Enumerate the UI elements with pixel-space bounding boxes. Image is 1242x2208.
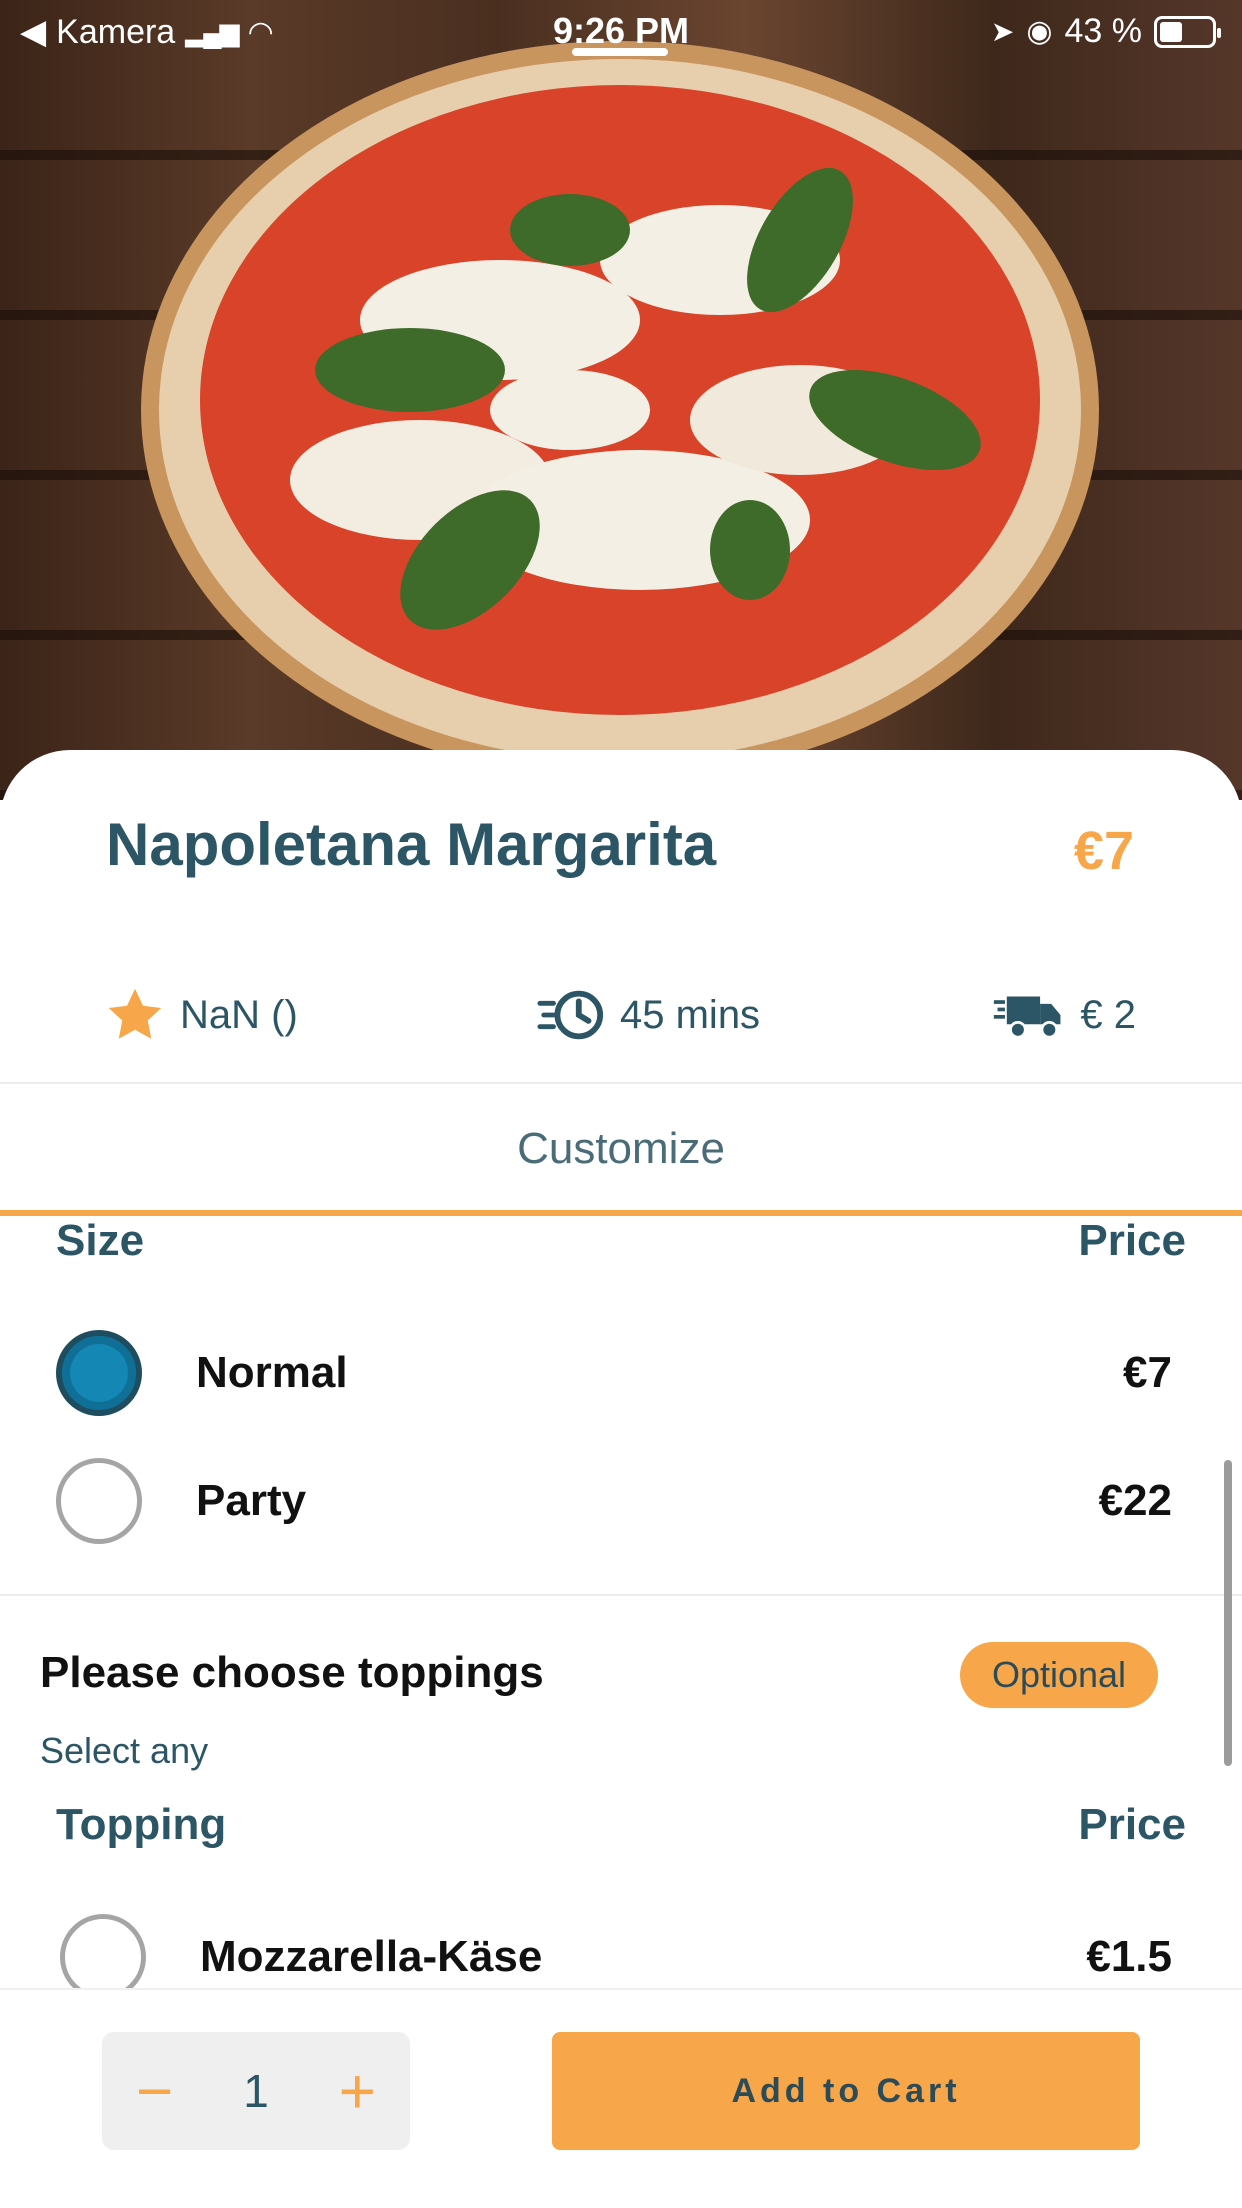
delivery-time: 45 mins xyxy=(620,992,761,1037)
battery-percent: 43 % xyxy=(1064,12,1143,50)
toppings-subtitle: Select any xyxy=(40,1730,209,1771)
size-price-column-header: Price xyxy=(1078,1216,1186,1265)
battery-icon xyxy=(1154,15,1221,48)
radio-button[interactable] xyxy=(56,1458,142,1544)
product-title: Napoletana Margarita xyxy=(106,811,717,878)
star-icon xyxy=(108,988,162,1039)
tab-customize[interactable]: Customize xyxy=(0,1124,1242,1174)
topping-option-label: Mozzarella-Käse xyxy=(200,1932,543,1981)
size-option-label: Party xyxy=(196,1476,307,1525)
delivery-truck-icon xyxy=(994,996,1061,1039)
rating-value: NaN () xyxy=(180,992,298,1037)
quantity-stepper[interactable]: − 1 + xyxy=(102,2032,410,2150)
quantity-value: 1 xyxy=(243,2065,269,2117)
optional-badge: Optional xyxy=(960,1642,1158,1708)
delivery-fee: € 2 xyxy=(1080,992,1136,1037)
scrollbar[interactable] xyxy=(1224,1460,1232,1766)
toppings-title: Please choose toppings xyxy=(40,1648,544,1697)
add-to-cart-button[interactable]: Add to Cart xyxy=(552,2032,1140,2150)
topping-column-header: Topping xyxy=(56,1800,227,1849)
size-option-label: Normal xyxy=(196,1348,348,1397)
topping-price-column-header: Price xyxy=(1078,1800,1186,1849)
size-option-price: €22 xyxy=(1098,1476,1172,1525)
location-icon: ➤ xyxy=(990,16,1015,47)
home-indicator xyxy=(572,48,668,56)
increment-button[interactable]: + xyxy=(339,2059,376,2123)
rating-info: NaN () xyxy=(104,980,298,1050)
product-hero-image xyxy=(0,0,1242,800)
radio-button-selected[interactable] xyxy=(56,1330,142,1416)
status-bar: ◀ Kamera ▂▄▆ ◠ 9:26 PM ➤ ◉ 43 % xyxy=(0,0,1242,64)
product-price: €7 xyxy=(1073,821,1134,881)
size-option-party[interactable]: Party €22 xyxy=(56,1456,1172,1546)
size-column-header: Size xyxy=(56,1216,145,1265)
size-option-normal[interactable]: Normal €7 xyxy=(56,1328,1172,1418)
fast-clock-icon xyxy=(537,990,604,1040)
rotation-lock-icon: ◉ xyxy=(1026,15,1053,48)
divider xyxy=(0,1082,1242,1084)
decrement-button[interactable]: − xyxy=(136,2059,173,2123)
size-option-price: €7 xyxy=(1123,1348,1172,1397)
delivery-fee-info: € 2 xyxy=(992,980,1136,1050)
tab-active-indicator xyxy=(0,1210,1242,1216)
pizza-image xyxy=(141,41,1099,779)
time-info: 45 mins xyxy=(536,980,760,1050)
topping-option-price: €1.5 xyxy=(1086,1932,1172,1981)
divider xyxy=(0,1594,1242,1596)
